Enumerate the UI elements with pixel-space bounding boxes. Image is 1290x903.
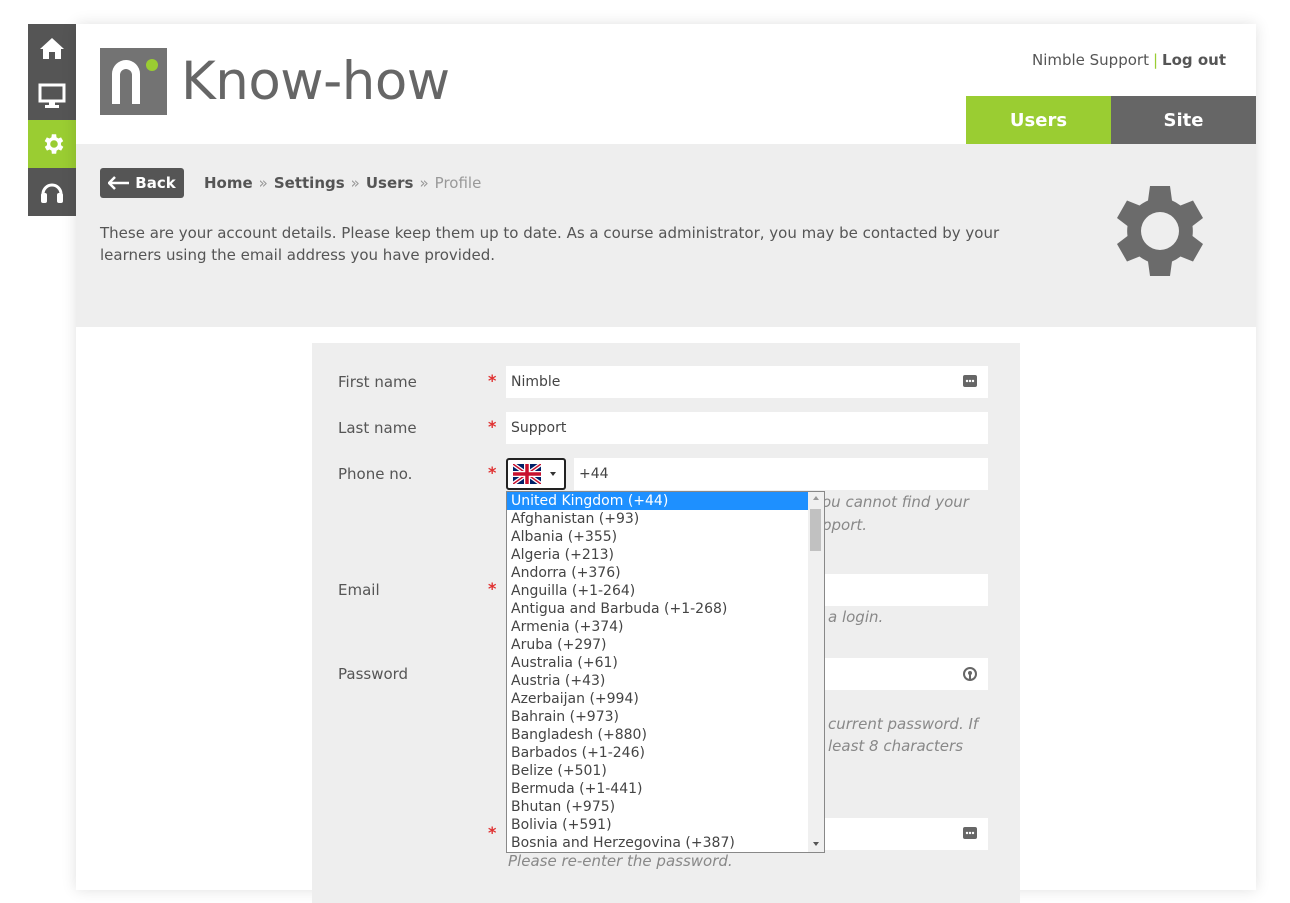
email-label: Email: [338, 581, 380, 599]
confirm-password-help: Please re-enter the password.: [508, 852, 733, 870]
logout-link[interactable]: Log out: [1162, 51, 1226, 69]
phone-help-line-1: ou cannot find your: [822, 493, 969, 511]
country-dropdown-list[interactable]: United Kingdom (+44) Afghanistan (+93) A…: [506, 491, 825, 853]
last-name-input[interactable]: Support: [506, 412, 988, 444]
user-bar: Nimble Support | Log out: [1032, 51, 1226, 69]
autofill-icon[interactable]: [962, 374, 978, 388]
country-option[interactable]: Barbados (+1-246): [507, 744, 809, 762]
country-option[interactable]: United Kingdom (+44): [507, 492, 809, 510]
breadcrumb: Home » Settings » Users » Profile: [204, 174, 481, 192]
required-mark: *: [488, 579, 497, 598]
scroll-down-icon[interactable]: [813, 842, 819, 846]
country-option[interactable]: Bangladesh (+880): [507, 726, 809, 744]
monitor-icon: [38, 83, 66, 108]
country-option[interactable]: Bhutan (+975): [507, 798, 809, 816]
nav-courses-button[interactable]: [28, 72, 76, 120]
arrow-left-icon: [108, 176, 130, 190]
country-option[interactable]: Antigua and Barbuda (+1-268): [507, 600, 809, 618]
phone-value: +44: [579, 466, 609, 482]
phone-input[interactable]: +44: [574, 458, 988, 490]
dropdown-arrow-icon: [550, 472, 556, 476]
required-mark: *: [488, 371, 497, 390]
country-option[interactable]: Bolivia (+591): [507, 816, 809, 834]
breadcrumb-home[interactable]: Home: [204, 174, 253, 192]
breadcrumb-settings[interactable]: Settings: [274, 174, 345, 192]
required-mark: *: [488, 417, 497, 436]
last-name-value: Support: [511, 420, 567, 436]
breadcrumb-profile: Profile: [434, 174, 482, 192]
back-label: Back: [135, 174, 176, 192]
logo[interactable]: Know-how: [100, 48, 450, 115]
back-button[interactable]: Back: [100, 168, 184, 198]
autofill-icon[interactable]: [962, 826, 978, 840]
country-option[interactable]: Bosnia and Herzegovina (+387): [507, 834, 809, 852]
breadcrumb-sep: »: [350, 174, 360, 192]
required-mark: *: [488, 823, 497, 842]
scrollbar-thumb[interactable]: [810, 509, 821, 551]
logo-text: Know-how: [181, 51, 450, 112]
country-option[interactable]: Belize (+501): [507, 762, 809, 780]
password-key-icon[interactable]: [962, 666, 978, 682]
breadcrumb-users[interactable]: Users: [366, 174, 414, 192]
country-option[interactable]: Azerbaijan (+994): [507, 690, 809, 708]
dropdown-scrollbar[interactable]: [808, 492, 824, 852]
country-option[interactable]: Aruba (+297): [507, 636, 809, 654]
user-bar-separator: |: [1152, 51, 1159, 69]
scroll-up-icon[interactable]: [813, 496, 819, 500]
nav-home-button[interactable]: [28, 24, 76, 72]
intro-text: These are your account details. Please k…: [100, 224, 1000, 264]
tab-site[interactable]: Site: [1111, 96, 1256, 144]
side-nav: [28, 24, 80, 216]
country-code-select[interactable]: [506, 458, 566, 490]
required-mark: *: [488, 463, 497, 482]
nav-settings-button[interactable]: [28, 120, 80, 168]
phone-label: Phone no.: [338, 465, 413, 483]
country-option[interactable]: Bahrain (+973): [507, 708, 809, 726]
uk-flag-icon: [513, 464, 541, 484]
header: Know-how Nimble Support | Log out Users Si…: [76, 24, 1256, 148]
gear-icon: [44, 134, 64, 154]
country-option[interactable]: Anguilla (+1-264): [507, 582, 809, 600]
main-tabs: Users Site: [966, 96, 1256, 148]
breadcrumb-sep: »: [419, 174, 429, 192]
phone-help-line-2: pport.: [822, 516, 868, 534]
headset-icon: [41, 183, 63, 203]
last-name-label: Last name: [338, 419, 417, 437]
country-option[interactable]: Albania (+355): [507, 528, 809, 546]
country-options: United Kingdom (+44) Afghanistan (+93) A…: [507, 492, 809, 852]
first-name-label: First name: [338, 373, 417, 391]
password-label: Password: [338, 665, 409, 683]
nav-support-button[interactable]: [28, 168, 76, 216]
first-name-input[interactable]: Nimble: [506, 366, 988, 398]
first-name-value: Nimble: [511, 374, 561, 390]
country-option[interactable]: Bermuda (+1-441): [507, 780, 809, 798]
country-option[interactable]: Australia (+61): [507, 654, 809, 672]
country-option[interactable]: Algeria (+213): [507, 546, 809, 564]
breadcrumb-sep: »: [258, 174, 268, 192]
country-option[interactable]: Armenia (+374): [507, 618, 809, 636]
password-help-line-1: current password. If: [828, 715, 979, 733]
settings-gear-icon: [1117, 186, 1203, 276]
email-help: a login.: [828, 608, 884, 626]
password-help-line-2: least 8 characters: [828, 737, 964, 755]
logo-mark-icon: [100, 48, 167, 115]
country-option[interactable]: Austria (+43): [507, 672, 809, 690]
country-option[interactable]: Afghanistan (+93): [507, 510, 809, 528]
page-banner: Back Home » Settings » Users » Profile These a…: [76, 144, 1256, 327]
home-icon: [40, 38, 64, 59]
country-option[interactable]: Andorra (+376): [507, 564, 809, 582]
tab-users[interactable]: Users: [966, 96, 1111, 148]
user-name: Nimble Support: [1031, 51, 1149, 69]
